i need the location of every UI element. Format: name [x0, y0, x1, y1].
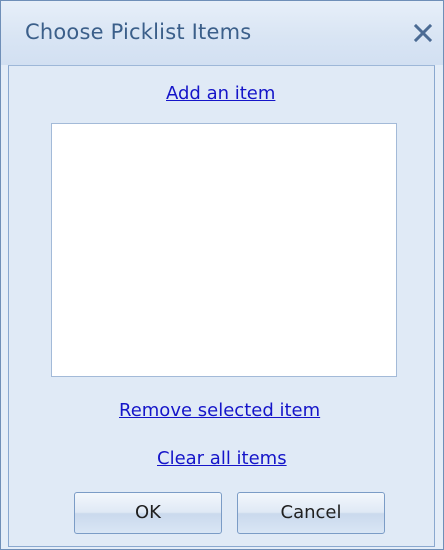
dialog-titlebar[interactable]: Choose Picklist Items — [1, 1, 443, 65]
ok-button[interactable]: OK — [74, 492, 222, 534]
cancel-button[interactable]: Cancel — [237, 492, 385, 534]
add-item-link[interactable]: Add an item — [166, 83, 275, 104]
picklist-dialog: Choose Picklist Items Add an item Remove… — [0, 0, 444, 550]
close-icon-glyph — [413, 23, 433, 43]
clear-all-items-link[interactable]: Clear all items — [157, 448, 287, 469]
dialog-title: Choose Picklist Items — [25, 20, 252, 44]
picklist-items-list[interactable] — [51, 123, 397, 377]
remove-selected-item-link[interactable]: Remove selected item — [119, 400, 320, 421]
close-icon[interactable] — [408, 19, 438, 49]
